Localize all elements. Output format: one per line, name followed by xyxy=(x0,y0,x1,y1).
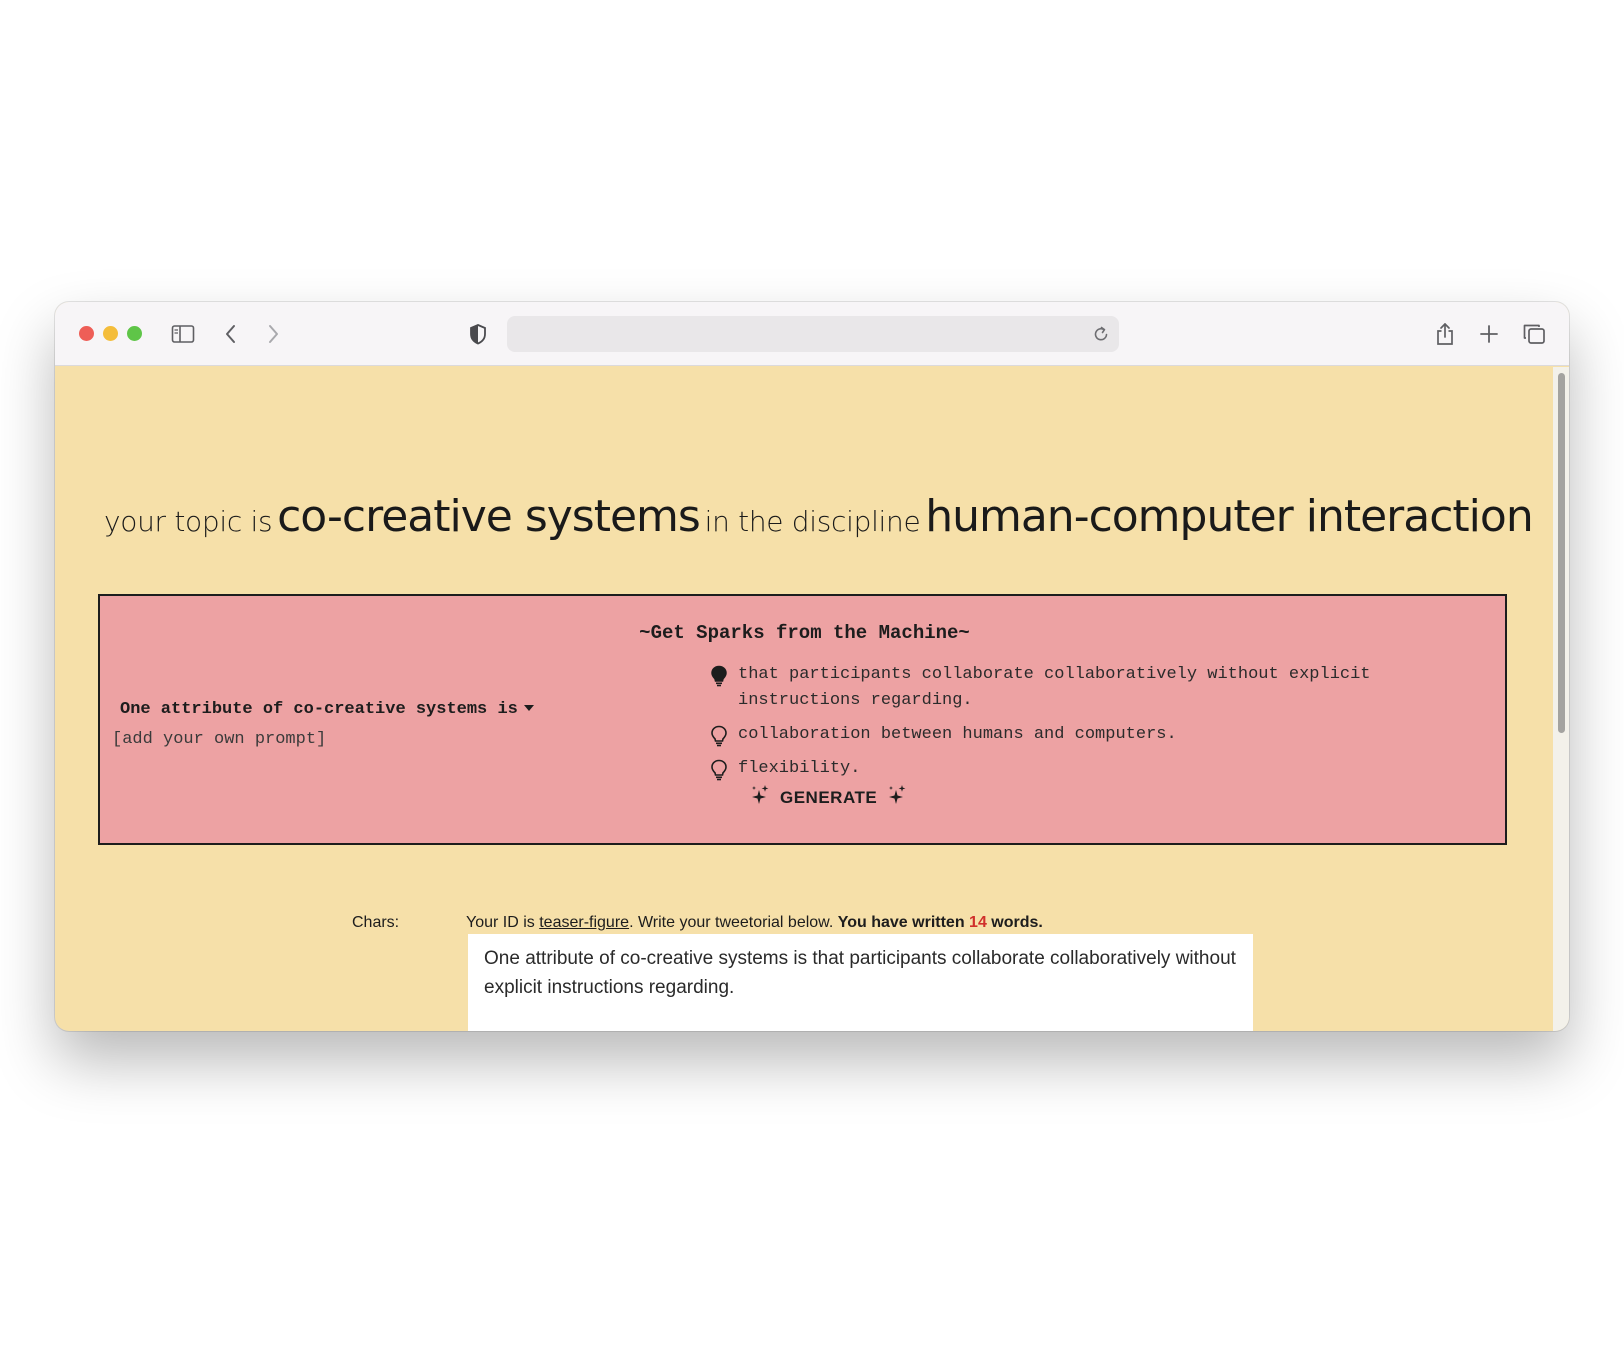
topic-name: co-creative systems xyxy=(277,491,701,542)
address-bar[interactable] xyxy=(507,316,1119,352)
sidebar-icon[interactable] xyxy=(167,318,199,350)
lightbulb-filled-icon xyxy=(710,665,728,687)
scrollbar-thumb[interactable] xyxy=(1558,373,1565,733)
minimize-window-button[interactable] xyxy=(103,326,118,341)
sparkle-icon xyxy=(887,784,907,811)
zoom-window-button[interactable] xyxy=(127,326,142,341)
tabs-overview-icon[interactable] xyxy=(1518,318,1550,350)
shield-icon[interactable] xyxy=(462,318,494,350)
user-id-link[interactable]: teaser-figure xyxy=(539,914,629,931)
sparks-title: ~Get Sparks from the Machine~ xyxy=(639,622,970,644)
back-icon[interactable] xyxy=(215,318,247,350)
new-tab-icon[interactable] xyxy=(1473,318,1505,350)
add-own-prompt-link[interactable]: [add your own prompt] xyxy=(112,730,326,749)
suggestion-item[interactable]: collaboration between humans and compute… xyxy=(710,722,1430,748)
page-content: your topic is co-creative systems in the… xyxy=(55,367,1553,1031)
suggestion-item[interactable]: flexibility. xyxy=(710,756,1430,782)
suggestion-text: flexibility. xyxy=(738,759,861,778)
headline-prefix: your topic is xyxy=(104,505,273,538)
share-icon[interactable] xyxy=(1429,318,1461,350)
lightbulb-outline-icon xyxy=(710,759,728,781)
id-prefix: Your ID is xyxy=(466,914,535,931)
suggestion-text: that participants collaborate collaborat… xyxy=(738,665,1371,710)
suggestion-list: that participants collaborate collaborat… xyxy=(710,662,1430,790)
words-suffix: words. xyxy=(991,914,1043,931)
sparks-panel: ~Get Sparks from the Machine~ One attrib… xyxy=(98,594,1507,845)
prompt-dropdown[interactable]: One attribute of co-creative systems is xyxy=(120,700,534,719)
suggestion-text: collaboration between humans and compute… xyxy=(738,725,1177,744)
browser-window: your topic is co-creative systems in the… xyxy=(55,302,1569,1031)
reload-icon[interactable] xyxy=(1091,324,1111,344)
instruction-text: . Write your tweetorial below. xyxy=(629,914,834,931)
caret-down-icon xyxy=(523,704,534,711)
writing-info: Your ID is teaser-figure. Write your twe… xyxy=(466,914,1043,932)
generate-button[interactable]: GENERATE xyxy=(750,784,907,811)
sparkle-icon xyxy=(750,784,770,811)
tweetorial-editor[interactable]: One attribute of co-creative systems is … xyxy=(468,934,1253,1031)
generate-label: GENERATE xyxy=(780,787,878,807)
close-window-button[interactable] xyxy=(79,326,94,341)
headline-middle: in the discipline xyxy=(704,505,921,538)
scrollbar[interactable] xyxy=(1553,367,1569,1031)
word-count: 14 xyxy=(969,914,987,931)
browser-toolbar xyxy=(55,302,1569,366)
words-prefix: You have written xyxy=(837,914,965,931)
forward-icon[interactable] xyxy=(257,318,289,350)
topic-headline: your topic is co-creative systems in the… xyxy=(104,491,1534,542)
prompt-dropdown-value: One attribute of co-creative systems is xyxy=(120,700,518,719)
lightbulb-outline-icon xyxy=(710,725,728,747)
suggestion-item[interactable]: that participants collaborate collaborat… xyxy=(710,662,1430,714)
chars-label: Chars: xyxy=(352,914,400,931)
discipline-name: human-computer interaction xyxy=(925,491,1534,542)
